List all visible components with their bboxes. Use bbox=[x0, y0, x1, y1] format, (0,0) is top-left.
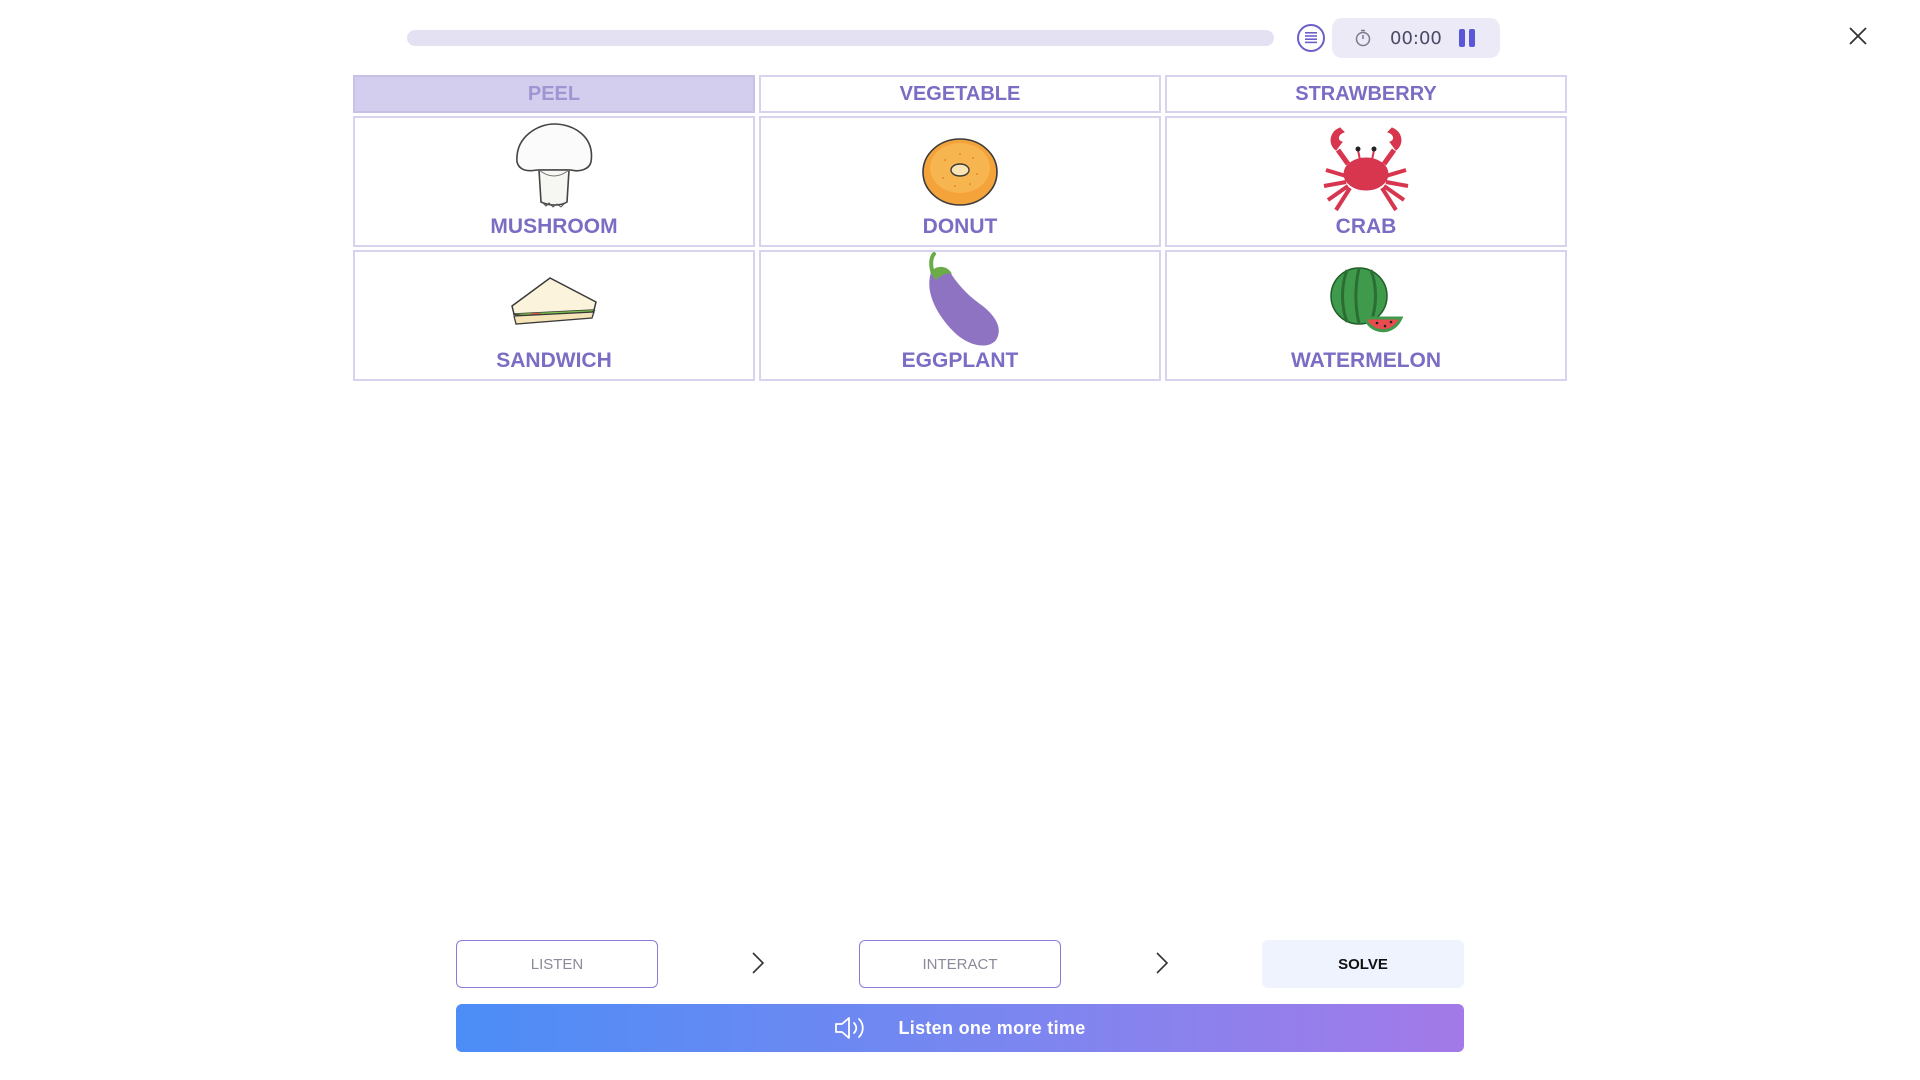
item-label: EGGPLANT bbox=[901, 349, 1019, 372]
mushroom-icon bbox=[516, 123, 593, 208]
item-card-donut[interactable]: DONUT bbox=[759, 116, 1161, 247]
watermelon-icon bbox=[1330, 267, 1404, 333]
step-listen-button[interactable]: LISTEN bbox=[456, 940, 658, 988]
item-label: WATERMELON bbox=[1290, 349, 1442, 372]
category-grid: PEEL VEGETABLE STRAWBERRY MUSHROOM DONUT bbox=[353, 75, 1567, 384]
stopwatch-icon bbox=[1355, 29, 1371, 47]
close-icon[interactable] bbox=[1846, 24, 1870, 48]
chevron-right-icon bbox=[1156, 952, 1169, 974]
column-header-vegetable[interactable]: VEGETABLE bbox=[759, 75, 1161, 113]
timer-value: 00:00 bbox=[1390, 28, 1442, 49]
item-label: DONUT bbox=[922, 215, 998, 238]
eggplant-icon bbox=[929, 252, 999, 346]
chevron-right-icon bbox=[752, 952, 765, 974]
step-solve-button[interactable]: SOLVE bbox=[1262, 940, 1464, 988]
step-interact-button[interactable]: INTERACT bbox=[859, 940, 1061, 988]
item-label: MUSHROOM bbox=[490, 215, 618, 238]
column-header-strawberry[interactable]: STRAWBERRY bbox=[1165, 75, 1567, 113]
item-card-sandwich[interactable]: SANDWICH bbox=[353, 250, 755, 381]
timer: 00:00 bbox=[1332, 18, 1500, 58]
sandwich-icon bbox=[511, 277, 597, 325]
item-card-crab[interactable]: CRAB bbox=[1165, 116, 1567, 247]
item-card-watermelon[interactable]: WATERMELON bbox=[1165, 250, 1567, 381]
item-card-eggplant[interactable]: EGGPLANT bbox=[759, 250, 1161, 381]
speaker-icon bbox=[835, 1017, 865, 1039]
column-header-peel[interactable]: PEEL bbox=[353, 75, 755, 113]
listen-again-label: Listen one more time bbox=[898, 1017, 1086, 1038]
donut-icon bbox=[922, 138, 998, 206]
progress-bar bbox=[407, 30, 1274, 46]
item-card-mushroom[interactable]: MUSHROOM bbox=[353, 116, 755, 247]
pause-button[interactable] bbox=[1457, 29, 1479, 47]
listen-again-button[interactable]: Listen one more time bbox=[456, 1004, 1464, 1052]
list-icon[interactable] bbox=[1297, 24, 1325, 52]
item-label: CRAB bbox=[1335, 215, 1397, 238]
item-label: SANDWICH bbox=[496, 349, 612, 372]
crab-icon bbox=[1323, 127, 1409, 212]
